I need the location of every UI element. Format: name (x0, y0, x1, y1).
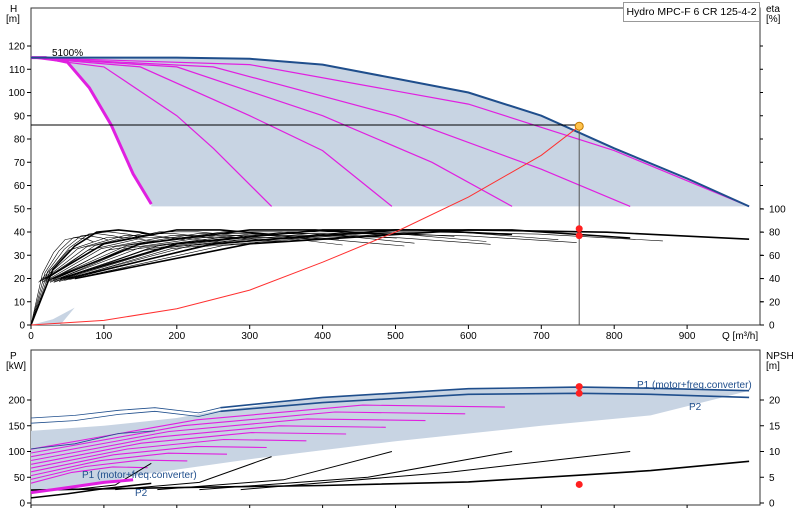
x-tick-label: 800 (606, 331, 623, 342)
y-left-tick-label: 10 (14, 297, 26, 308)
x-tick-label: 0 (28, 331, 34, 342)
y-left-tick-label: 120 (8, 42, 25, 53)
duty-point (574, 121, 584, 131)
npsh-tick-label: 15 (769, 421, 781, 432)
npsh-tick-label: 5 (769, 473, 775, 484)
p-axis-unit: [kW] (6, 361, 26, 372)
duty-marker (575, 389, 583, 397)
y-left-tick-label: 110 (9, 65, 25, 76)
y-left-tick-label: 80 (14, 135, 26, 146)
p-tick-label: 50 (14, 473, 26, 484)
y-left-tick-label: 50 (14, 204, 26, 215)
y-left-tick-label: 70 (14, 158, 26, 169)
y-right-tick-label: 40 (769, 274, 781, 285)
p-tick-label: 100 (8, 447, 25, 458)
y-right-tick-label: 0 (769, 321, 775, 332)
y-right-tick-label: 100 (769, 205, 786, 216)
y-left-tick-label: 20 (14, 274, 26, 285)
npsh-tick-label: 0 (769, 499, 775, 510)
efficiency-marker (575, 225, 583, 233)
x-tick-label: 400 (314, 331, 331, 342)
x-tick-label: 100 (96, 331, 113, 342)
legend-p2-top: P2 (689, 402, 702, 413)
y-left-axis-unit: [m] (6, 14, 20, 25)
speed-label: 5100% (52, 48, 83, 59)
x-tick-label: 300 (241, 331, 258, 342)
p-tick-label: 0 (19, 499, 25, 510)
x-tick-label: 900 (679, 331, 696, 342)
chart-title: Hydro MPC-F 6 CR 125-4-2 (626, 6, 757, 18)
y-left-tick-label: 30 (14, 251, 26, 262)
duty-marker (575, 480, 583, 488)
p-tick-label: 150 (8, 421, 25, 432)
legend-p1-top: P1 (motor+freq.converter) (637, 380, 752, 391)
chart-title-box: Hydro MPC-F 6 CR 125-4-2 (623, 2, 760, 22)
legend-p1-bottom: P1 (motor+freq.converter) (82, 470, 197, 481)
y-left-tick-label: 90 (14, 111, 26, 122)
x-tick-label: 200 (168, 331, 185, 342)
y-left-tick-label: 100 (8, 88, 25, 99)
duty-marker (575, 383, 583, 391)
y-right-tick-label: 80 (769, 228, 781, 239)
efficiency-marker (575, 232, 583, 240)
x-tick-label: 600 (460, 331, 477, 342)
bottom-panel: P1 (motor+freq.converter) P2 P1 (motor+fre… (6, 349, 794, 510)
x-axis-label: Q [m³/h] (722, 331, 758, 342)
y-left-tick-label: 40 (14, 228, 26, 239)
p-tick-label: 200 (8, 396, 25, 407)
chart-svg: 5100%0 100 200 300 400 500 600 700 800 900 Q [m³/h… (6, 4, 794, 510)
y-right-axis-unit: [%] (766, 14, 781, 25)
pump-performance-chart: 5100% 0 100 200 300 400 500 600 700 800 900 Q [m³/h… (0, 0, 800, 520)
y-left-tick-label: 0 (19, 321, 25, 332)
npsh-tick-label: 20 (769, 396, 781, 407)
y-right-tick-label: 60 (769, 251, 781, 262)
x-tick-label: 700 (533, 331, 550, 342)
npsh-tick-label: 10 (769, 447, 781, 458)
y-left-tick-label: 60 (14, 181, 26, 192)
legend-p2-bottom: P2 (135, 488, 148, 499)
top-panel: 5100%0 100 200 300 400 500 600 700 800 900 Q [m³/h… (6, 4, 786, 342)
x-tick-label: 500 (387, 331, 404, 342)
npsh-axis-unit: [m] (766, 361, 780, 372)
y-right-tick-label: 20 (769, 297, 781, 308)
